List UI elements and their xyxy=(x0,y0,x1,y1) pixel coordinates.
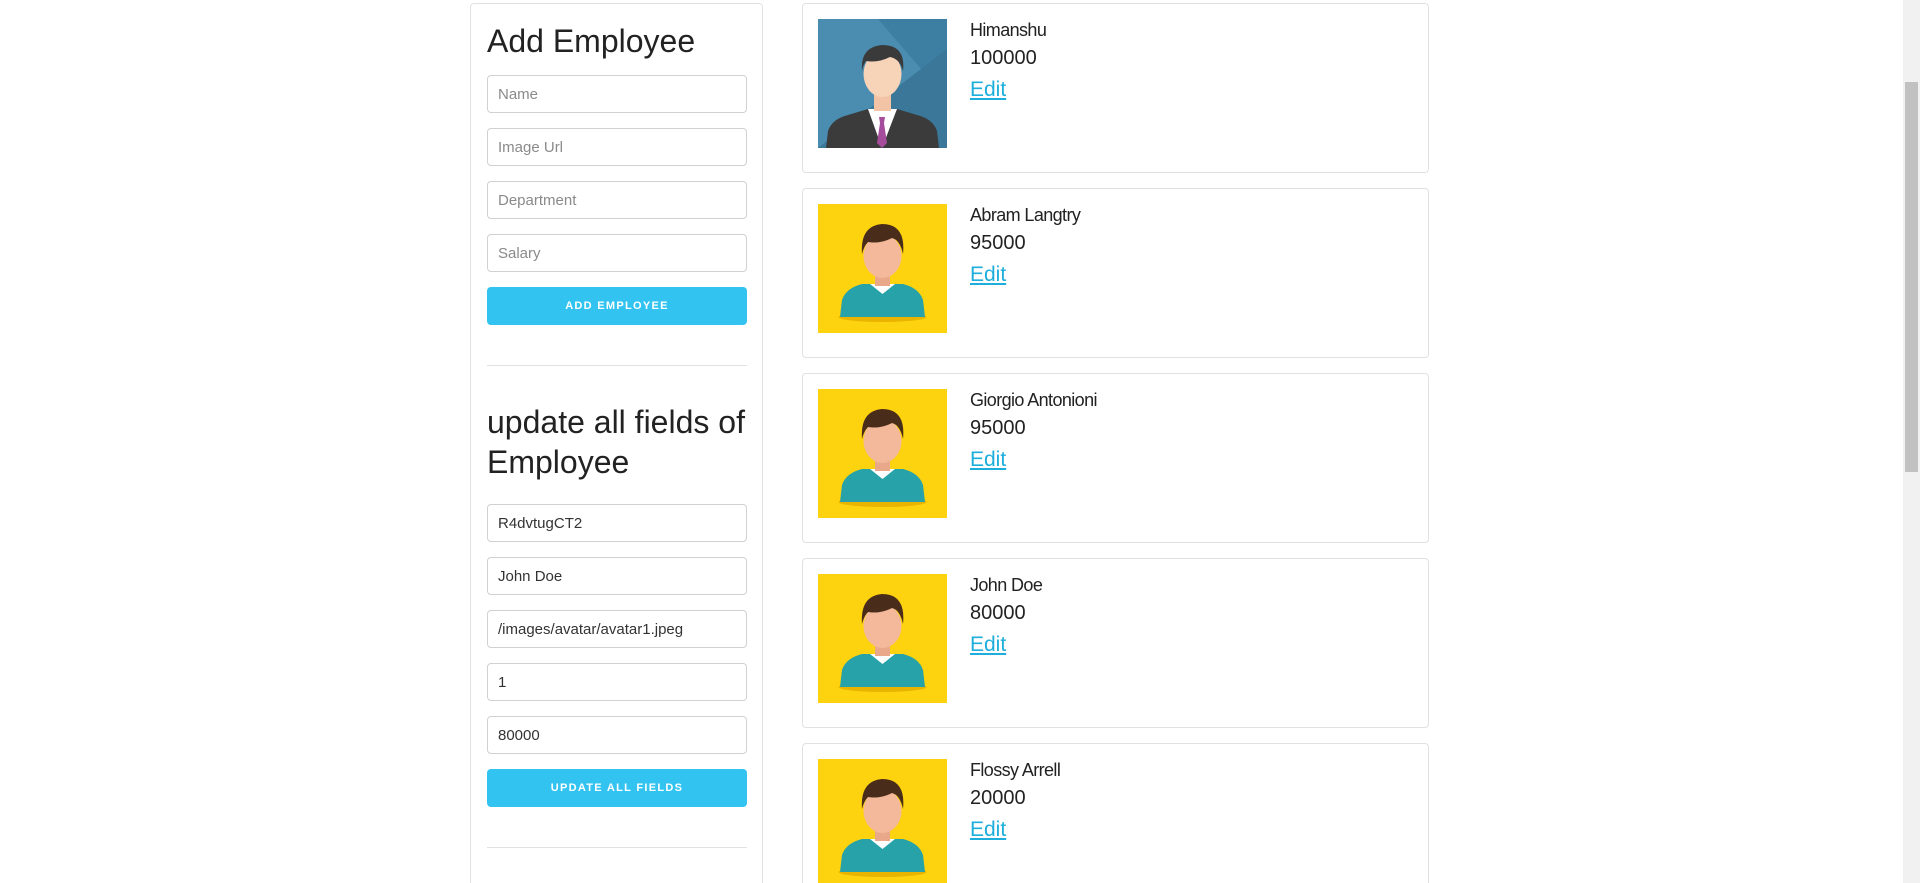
employee-name: Giorgio Antonioni xyxy=(970,390,1098,410)
person-avatar-icon xyxy=(818,574,947,703)
employee-id-field[interactable] xyxy=(487,504,747,542)
add-employee-title: Add Employee xyxy=(487,23,696,59)
update-title-line1: update all fields of xyxy=(487,404,745,440)
employee-salary: 95000 xyxy=(970,232,1026,254)
section-divider xyxy=(487,365,747,366)
update-department-field[interactable] xyxy=(487,663,747,701)
vertical-scrollbar[interactable] xyxy=(1903,0,1920,883)
scrollbar-thumb[interactable] xyxy=(1905,82,1918,472)
employee-name: John Doe xyxy=(970,575,1043,595)
employee-salary: 20000 xyxy=(970,787,1026,809)
name-input[interactable] xyxy=(487,75,747,113)
section-divider xyxy=(487,847,747,848)
page: Add Employee ADD EMPLOYEE update all fie… xyxy=(0,0,1920,883)
update-title-line2: Employee xyxy=(487,444,630,480)
employee-card: Himanshu 100000 Edit xyxy=(802,3,1429,173)
employee-salary: 95000 xyxy=(970,417,1026,439)
employee-card: Abram Langtry 95000 Edit xyxy=(802,188,1429,358)
update-all-fields-button[interactable]: UPDATE ALL FIELDS xyxy=(487,769,747,807)
edit-link[interactable]: Edit xyxy=(970,818,1006,842)
employee-name: Abram Langtry xyxy=(970,205,1081,225)
employee-name: Himanshu xyxy=(970,20,1047,40)
update-employee-title: update all fields of Employee xyxy=(487,402,746,482)
employee-card: Giorgio Antonioni 95000 Edit xyxy=(802,373,1429,543)
salary-input[interactable] xyxy=(487,234,747,272)
person-avatar-icon xyxy=(818,759,947,883)
employee-card: John Doe 80000 Edit xyxy=(802,558,1429,728)
employee-card: Flossy Arrell 20000 Edit xyxy=(802,743,1429,883)
employee-name: Flossy Arrell xyxy=(970,760,1061,780)
department-input[interactable] xyxy=(487,181,747,219)
update-image-url-field[interactable] xyxy=(487,610,747,648)
employee-form-panel: Add Employee ADD EMPLOYEE update all fie… xyxy=(470,3,763,883)
edit-link[interactable]: Edit xyxy=(970,633,1006,657)
edit-link[interactable]: Edit xyxy=(970,263,1006,287)
update-name-field[interactable] xyxy=(487,557,747,595)
person-avatar-icon xyxy=(818,204,947,333)
person-avatar-icon xyxy=(818,389,947,518)
add-employee-button[interactable]: ADD EMPLOYEE xyxy=(487,287,747,325)
businessman-icon xyxy=(818,19,947,148)
update-salary-field[interactable] xyxy=(487,716,747,754)
edit-link[interactable]: Edit xyxy=(970,448,1006,472)
employee-salary: 80000 xyxy=(970,602,1026,624)
edit-link[interactable]: Edit xyxy=(970,78,1006,102)
employee-salary: 100000 xyxy=(970,47,1037,69)
image-url-input[interactable] xyxy=(487,128,747,166)
